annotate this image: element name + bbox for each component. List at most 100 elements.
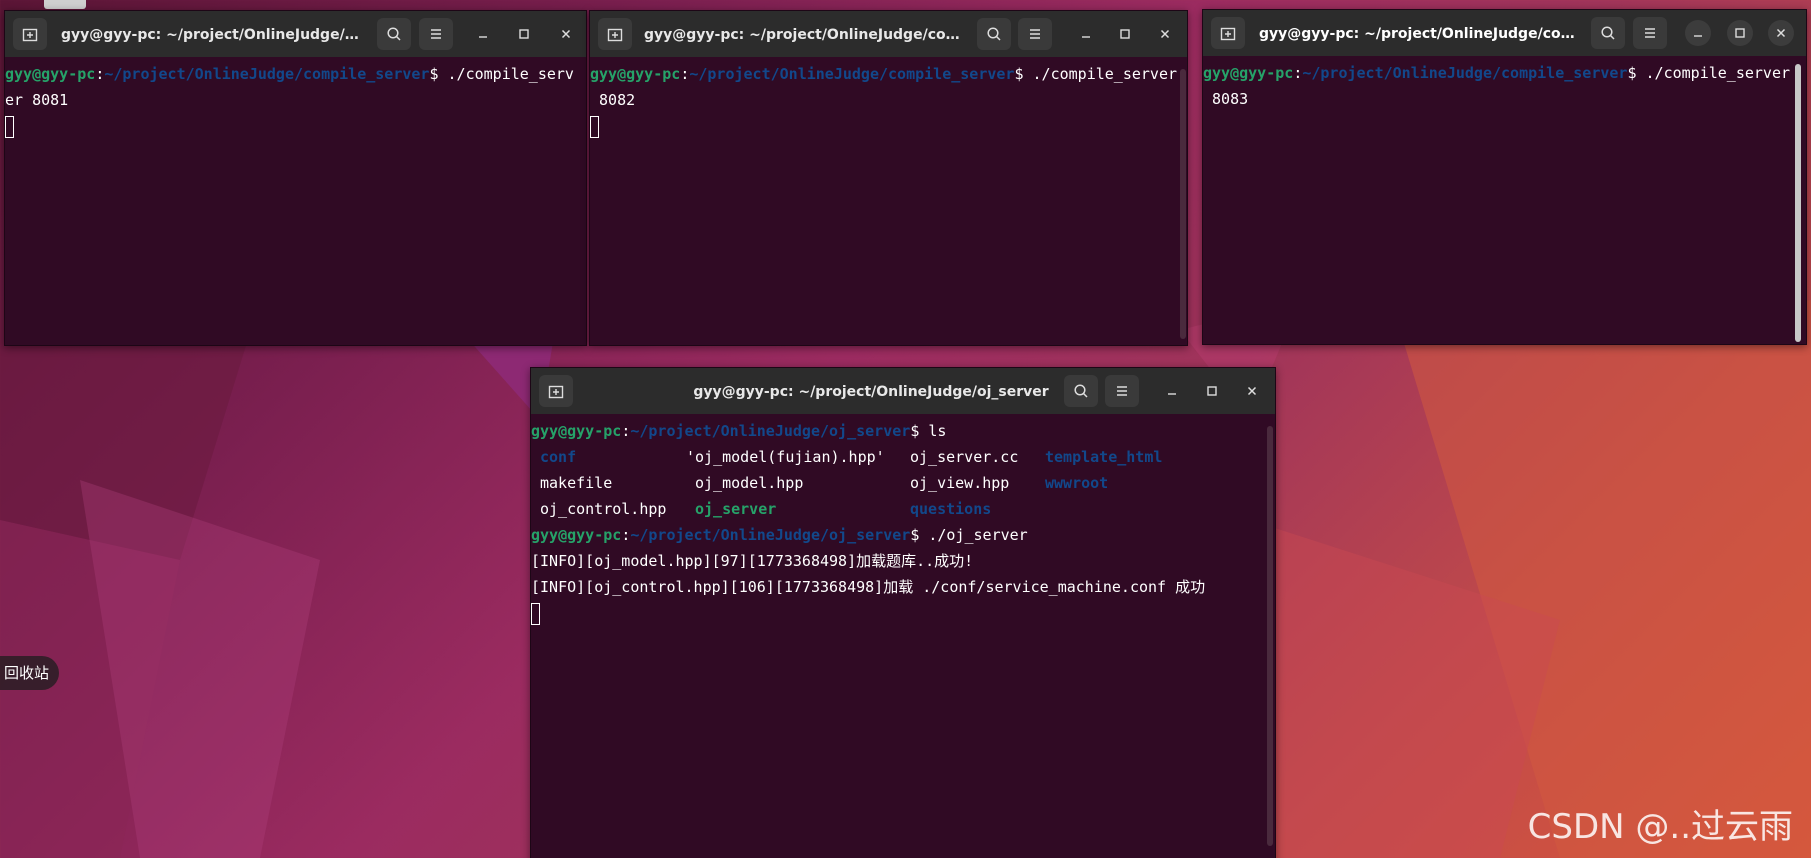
text-cursor	[590, 115, 599, 138]
scrollbar[interactable]	[1267, 426, 1273, 846]
title-bar[interactable]: gyy@gyy-pc: ~/project/OnlineJudge/com...	[590, 11, 1187, 57]
prompt-path: ~/project/OnlineJudge/compile_server	[104, 65, 430, 83]
search-button[interactable]	[377, 18, 411, 50]
minimize-icon	[1168, 393, 1176, 395]
terminal-window-2[interactable]: gyy@gyy-pc: ~/project/OnlineJudge/com...…	[589, 10, 1188, 346]
maximize-button[interactable]	[1112, 21, 1138, 47]
close-icon	[1776, 28, 1786, 38]
terminal-window-1[interactable]: gyy@gyy-pc: ~/project/OnlineJudge/co... …	[4, 10, 587, 346]
close-button[interactable]	[1768, 20, 1794, 46]
ls-entry: oj_server	[695, 500, 777, 518]
prompt-path: ~/project/OnlineJudge/oj_server	[630, 422, 911, 440]
terminal-output[interactable]: gyy@gyy-pc:~/project/OnlineJudge/compile…	[5, 57, 586, 345]
minimize-button[interactable]	[470, 21, 496, 47]
prompt-user: gyy@gyy-pc	[5, 65, 96, 83]
terminal-output[interactable]: gyy@gyy-pc:~/project/OnlineJudge/compile…	[1203, 56, 1806, 344]
prompt-line: gyy@gyy-pc:~/project/OnlineJudge/compile…	[5, 65, 574, 83]
cursor-line	[531, 600, 1275, 626]
minimize-icon	[1082, 36, 1090, 38]
prompt-path: ~/project/OnlineJudge/oj_server	[630, 526, 911, 544]
new-tab-icon	[548, 385, 564, 399]
trash-desktop-icon[interactable]: 回收站	[0, 656, 60, 690]
menu-button[interactable]	[419, 18, 453, 50]
minimize-icon	[479, 36, 487, 38]
command-text: $ ./compile_server	[1627, 64, 1791, 82]
scrollbar[interactable]	[1795, 64, 1801, 342]
terminal-output[interactable]: gyy@gyy-pc:~/project/OnlineJudge/oj_serv…	[531, 414, 1275, 858]
ls-entry: oj_view.hpp	[910, 474, 1010, 492]
hamburger-menu-icon	[431, 29, 441, 39]
prompt-line: gyy@gyy-pc:~/project/OnlineJudge/oj_serv…	[531, 422, 947, 440]
minimize-button[interactable]	[1685, 20, 1711, 46]
log-line: [INFO][oj_control.hpp][106][1773368498]加…	[531, 578, 1206, 596]
ls-entry: 'oj_model(fujian).hpp'	[686, 448, 885, 466]
window-title: gyy@gyy-pc: ~/project/OnlineJudge/com...	[644, 27, 962, 43]
new-tab-button[interactable]	[598, 18, 632, 50]
ls-entry: wwwroot	[1045, 474, 1109, 492]
ls-entry: questions	[910, 500, 992, 518]
text-cursor	[5, 115, 14, 138]
ls-entry: oj_control.hpp	[540, 500, 667, 518]
terminal-window-oj-server[interactable]: gyy@gyy-pc: ~/project/OnlineJudge/oj_ser…	[530, 367, 1276, 858]
scrollbar[interactable]	[1180, 69, 1186, 339]
prompt-path: ~/project/OnlineJudge/compile_server	[1302, 64, 1628, 82]
close-icon	[1160, 29, 1170, 39]
maximize-icon	[1207, 386, 1217, 396]
maximize-icon	[1735, 28, 1745, 38]
search-button[interactable]	[1064, 375, 1098, 407]
minimize-button[interactable]	[1073, 21, 1099, 47]
close-button[interactable]	[553, 21, 579, 47]
minimize-button[interactable]	[1159, 378, 1185, 404]
maximize-button[interactable]	[511, 21, 537, 47]
window-title: gyy@gyy-pc: ~/project/OnlineJudge/co...	[61, 27, 365, 43]
terminal-output[interactable]: gyy@gyy-pc:~/project/OnlineJudge/compile…	[590, 57, 1187, 345]
command-text: $ ./compile_server	[1014, 65, 1178, 83]
close-icon	[561, 29, 571, 39]
search-icon	[1074, 384, 1088, 398]
maximize-button[interactable]	[1727, 20, 1753, 46]
window-title: gyy@gyy-pc: ~/project/OnlineJudge/oj_ser…	[693, 384, 1049, 400]
hamburger-menu-icon	[1645, 28, 1655, 38]
search-icon	[1601, 26, 1615, 40]
minimize-icon	[1694, 35, 1702, 37]
watermark: CSDN @..过云雨	[1527, 807, 1793, 847]
search-button[interactable]	[977, 18, 1011, 50]
ls-entry: oj_model.hpp	[695, 474, 804, 492]
title-bar[interactable]: gyy@gyy-pc: ~/project/OnlineJudge/com...	[1203, 10, 1806, 56]
terminal-window-3[interactable]: gyy@gyy-pc: ~/project/OnlineJudge/com...…	[1202, 9, 1807, 345]
command-wrap-line: 8083	[1203, 90, 1249, 108]
prompt-path: ~/project/OnlineJudge/compile_server	[689, 65, 1015, 83]
close-button[interactable]	[1239, 378, 1265, 404]
close-button[interactable]	[1152, 21, 1178, 47]
cursor-line	[5, 113, 586, 139]
ls-entry: template_html	[1045, 448, 1163, 466]
title-bar[interactable]: gyy@gyy-pc: ~/project/OnlineJudge/co...	[5, 11, 586, 57]
menu-button[interactable]	[1105, 375, 1139, 407]
prompt-user: gyy@gyy-pc	[1203, 64, 1294, 82]
hamburger-menu-icon	[1117, 386, 1127, 396]
new-tab-button[interactable]	[1211, 17, 1245, 49]
log-line: [INFO][oj_model.hpp][97][1773368498]加载题库…	[531, 552, 974, 570]
menu-button[interactable]	[1018, 18, 1052, 50]
command-text: $ ls	[910, 422, 947, 440]
command-text: $ ./oj_server	[910, 526, 1028, 544]
new-tab-icon	[22, 28, 38, 42]
cursor-line	[590, 113, 1187, 139]
new-tab-button[interactable]	[13, 18, 47, 50]
new-tab-button[interactable]	[539, 375, 573, 407]
menu-button[interactable]	[1633, 17, 1667, 49]
prompt-user: gyy@gyy-pc	[590, 65, 681, 83]
text-cursor	[531, 602, 540, 625]
title-bar[interactable]: gyy@gyy-pc: ~/project/OnlineJudge/oj_ser…	[531, 368, 1275, 414]
maximize-icon	[519, 29, 529, 39]
ls-entry: conf	[540, 448, 577, 466]
prompt-line: gyy@gyy-pc:~/project/OnlineJudge/compile…	[590, 65, 1178, 83]
maximize-button[interactable]	[1199, 378, 1225, 404]
desktop-top-icon	[44, 0, 86, 9]
maximize-icon	[1120, 29, 1130, 39]
command-text: $ ./compile_serv	[429, 65, 574, 83]
command-wrap-line: er 8081	[5, 91, 69, 109]
window-title: gyy@gyy-pc: ~/project/OnlineJudge/com...	[1259, 26, 1577, 42]
ls-entry: makefile	[540, 474, 613, 492]
search-button[interactable]	[1591, 17, 1625, 49]
